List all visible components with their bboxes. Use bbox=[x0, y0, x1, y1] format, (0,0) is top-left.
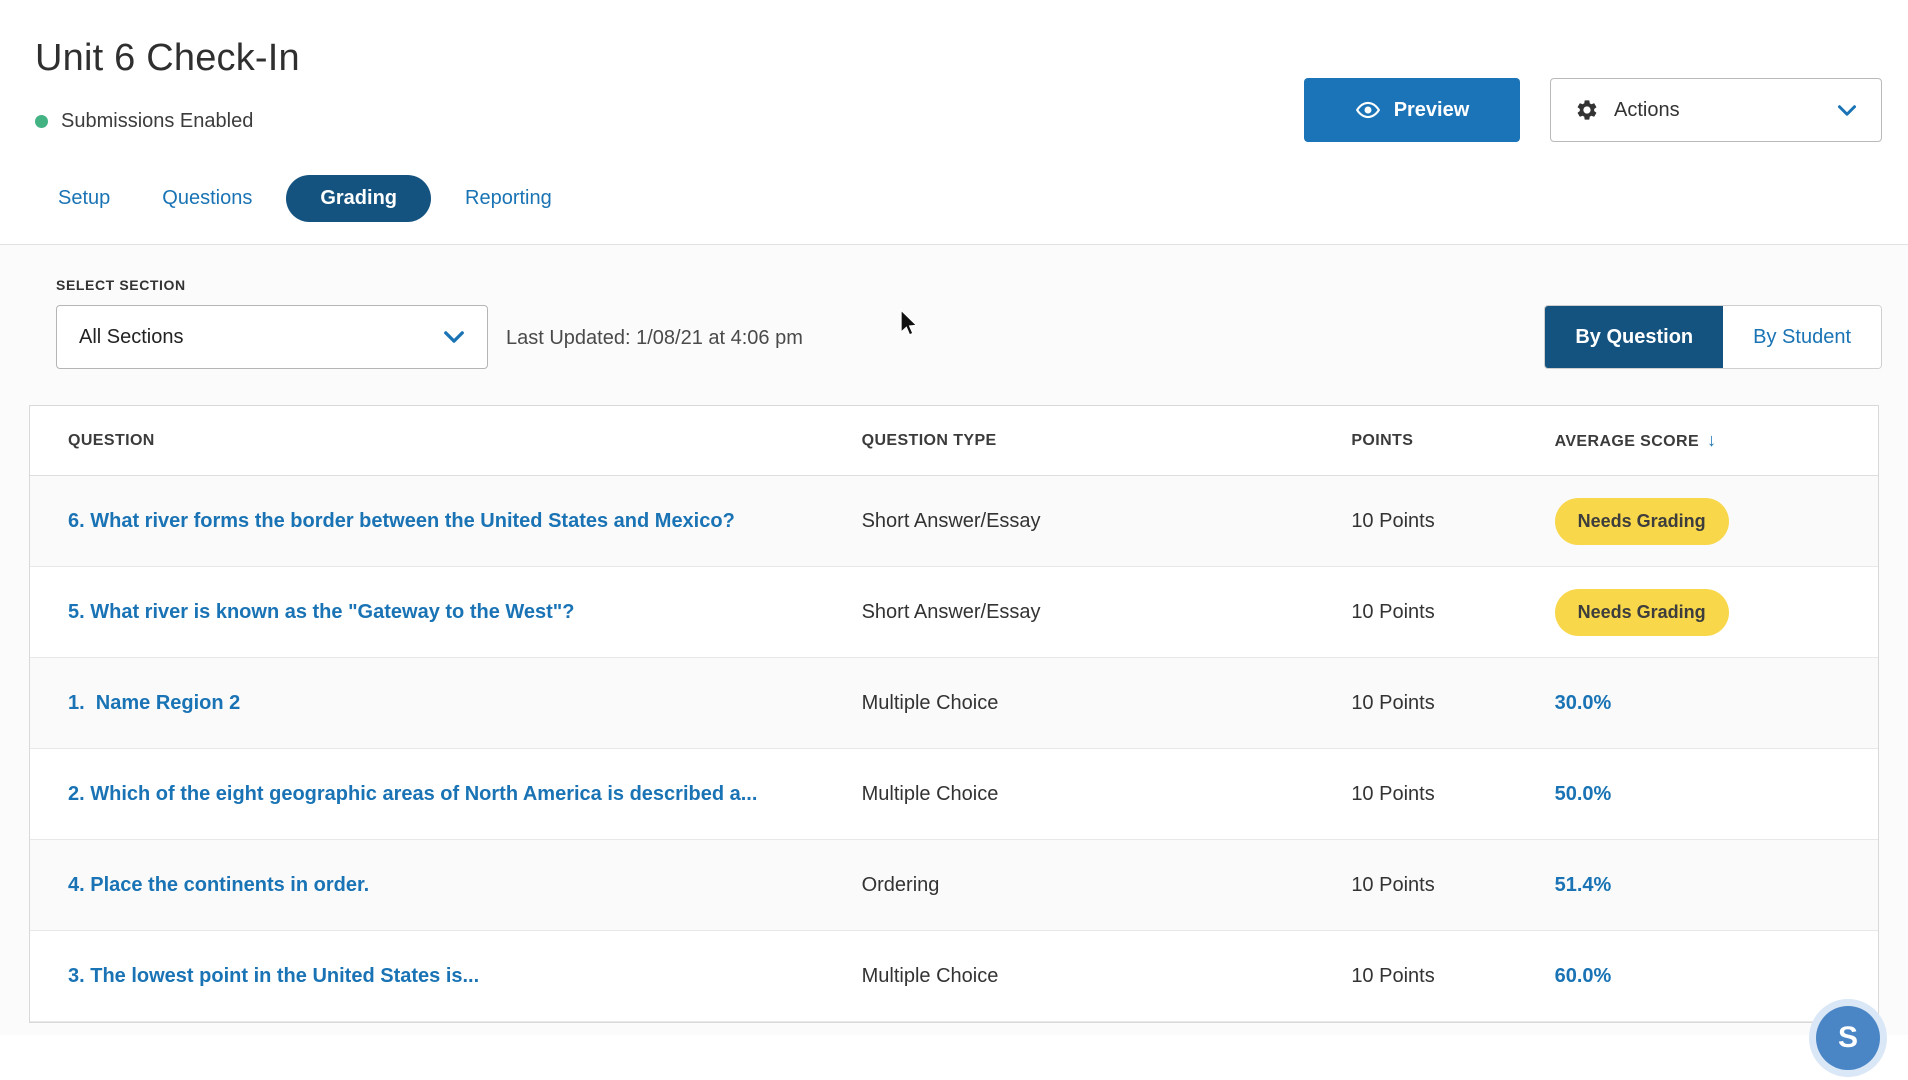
points-cell: 10 Points bbox=[1351, 783, 1554, 806]
header-actions: Preview Actions bbox=[1304, 78, 1882, 142]
question-type-cell: Short Answer/Essay bbox=[862, 601, 1352, 624]
score-cell: 51.4% bbox=[1555, 874, 1878, 897]
section-select[interactable]: All Sections bbox=[56, 305, 488, 369]
preview-button-label: Preview bbox=[1394, 99, 1470, 122]
select-section-label: SELECT SECTION bbox=[56, 277, 488, 293]
preview-button[interactable]: Preview bbox=[1304, 78, 1520, 142]
tab-reporting[interactable]: Reporting bbox=[439, 175, 578, 222]
points-cell: 10 Points bbox=[1351, 510, 1554, 533]
average-score-value: 50.0% bbox=[1555, 783, 1612, 805]
column-header-average-score[interactable]: AVERAGE SCORE↓ bbox=[1555, 430, 1878, 451]
table-row: 3. The lowest point in the United States… bbox=[30, 931, 1878, 1022]
points-cell: 10 Points bbox=[1351, 692, 1554, 715]
score-cell: Needs Grading bbox=[1555, 498, 1878, 545]
score-cell: 30.0% bbox=[1555, 692, 1878, 715]
table-row: 5. What river is known as the "Gateway t… bbox=[30, 567, 1878, 658]
table-row: 4. Place the continents in order.Orderin… bbox=[30, 840, 1878, 931]
tab-setup[interactable]: Setup bbox=[32, 175, 136, 222]
chevron-down-icon bbox=[1837, 104, 1857, 117]
section-select-value: All Sections bbox=[79, 326, 184, 349]
score-cell: 60.0% bbox=[1555, 965, 1878, 988]
section-filter: SELECT SECTION All Sections bbox=[56, 277, 488, 369]
grading-table: QUESTION QUESTION TYPE POINTS AVERAGE SC… bbox=[29, 405, 1879, 1023]
question-link[interactable]: 2. Which of the eight geographic areas o… bbox=[30, 781, 862, 807]
column-header-question: QUESTION bbox=[30, 432, 862, 450]
score-cell: 50.0% bbox=[1555, 783, 1878, 806]
question-type-cell: Multiple Choice bbox=[862, 692, 1352, 715]
question-type-cell: Short Answer/Essay bbox=[862, 510, 1352, 533]
score-cell: Needs Grading bbox=[1555, 589, 1878, 636]
assessment-page: Unit 6 Check-In Submissions Enabled Prev… bbox=[0, 0, 1908, 1035]
user-avatar[interactable]: S bbox=[1816, 1006, 1880, 1070]
question-link[interactable]: 3. The lowest point in the United States… bbox=[30, 963, 862, 989]
by-question-toggle[interactable]: By Question bbox=[1545, 306, 1723, 368]
average-score-value: 51.4% bbox=[1555, 874, 1612, 896]
question-link[interactable]: 1. Name Region 2 bbox=[30, 690, 862, 716]
table-row: 2. Which of the eight geographic areas o… bbox=[30, 749, 1878, 840]
question-type-cell: Multiple Choice bbox=[862, 965, 1352, 988]
question-link[interactable]: 6. What river forms the border between t… bbox=[30, 508, 862, 534]
needs-grading-badge: Needs Grading bbox=[1555, 589, 1729, 636]
status-green-dot-icon bbox=[35, 115, 48, 128]
question-link[interactable]: 4. Place the continents in order. bbox=[30, 872, 862, 898]
by-student-toggle[interactable]: By Student bbox=[1723, 306, 1881, 368]
table-row: 1. Name Region 2Multiple Choice10 Points… bbox=[30, 658, 1878, 749]
table-row: 6. What river forms the border between t… bbox=[30, 476, 1878, 567]
actions-dropdown-button[interactable]: Actions bbox=[1550, 78, 1882, 142]
actions-button-label: Actions bbox=[1614, 99, 1680, 122]
table-header-row: QUESTION QUESTION TYPE POINTS AVERAGE SC… bbox=[30, 406, 1878, 476]
points-cell: 10 Points bbox=[1351, 965, 1554, 988]
view-toggle: By Question By Student bbox=[1544, 305, 1882, 369]
chevron-down-icon bbox=[443, 330, 465, 344]
tab-bar: Setup Questions Grading Reporting bbox=[32, 175, 1882, 222]
last-updated-text: Last Updated: 1/08/21 at 4:06 pm bbox=[506, 327, 803, 350]
average-score-value: 60.0% bbox=[1555, 965, 1612, 987]
tab-grading[interactable]: Grading bbox=[286, 175, 431, 222]
question-link[interactable]: 5. What river is known as the "Gateway t… bbox=[30, 599, 862, 625]
page-title: Unit 6 Check-In bbox=[35, 37, 1882, 80]
column-header-points: POINTS bbox=[1351, 432, 1554, 450]
page-header: Unit 6 Check-In Submissions Enabled Prev… bbox=[0, 0, 1908, 222]
tab-questions[interactable]: Questions bbox=[136, 175, 278, 222]
column-header-question-type: QUESTION TYPE bbox=[862, 432, 1352, 450]
filter-bar: SELECT SECTION All Sections Last Updated… bbox=[0, 245, 1908, 405]
points-cell: 10 Points bbox=[1351, 601, 1554, 624]
question-type-cell: Multiple Choice bbox=[862, 783, 1352, 806]
points-cell: 10 Points bbox=[1351, 874, 1554, 897]
needs-grading-badge: Needs Grading bbox=[1555, 498, 1729, 545]
status-text: Submissions Enabled bbox=[61, 110, 253, 133]
gear-icon bbox=[1575, 98, 1599, 122]
grading-content: SELECT SECTION All Sections Last Updated… bbox=[0, 245, 1908, 1035]
table-body: 6. What river forms the border between t… bbox=[30, 476, 1878, 1022]
sort-descending-icon: ↓ bbox=[1707, 430, 1716, 450]
average-score-value: 30.0% bbox=[1555, 692, 1612, 714]
mouse-cursor-icon bbox=[896, 309, 920, 344]
eye-icon bbox=[1355, 97, 1381, 123]
question-type-cell: Ordering bbox=[862, 874, 1352, 897]
